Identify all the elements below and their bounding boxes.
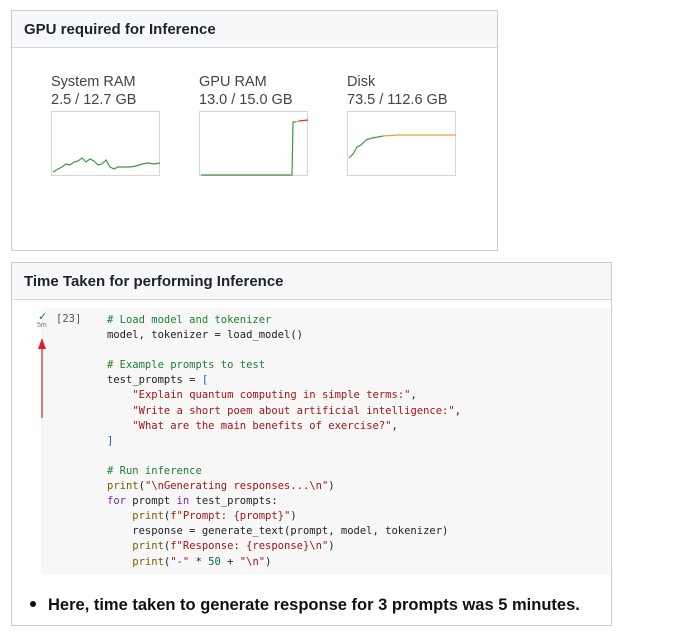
disk-graph — [347, 111, 456, 176]
resource-usage: 13.0 / 15.0 GB — [199, 92, 293, 108]
gpu-ram-graph — [199, 111, 309, 176]
arrow-icon — [38, 338, 46, 418]
code-cell[interactable]: ✓ 5m [23] # Load model and tokenizer mod… — [37, 308, 610, 574]
system-ram-panel: System RAM 2.5 / 12.7 GB — [51, 73, 181, 176]
system-ram-graph — [51, 111, 161, 176]
card-title: GPU required for Inference — [12, 11, 497, 48]
inference-time-card: Time Taken for performing Inference ✓ 5m… — [11, 262, 612, 626]
gpu-ram-panel: GPU RAM 13.0 / 15.0 GB — [199, 73, 329, 176]
disk-panel: Disk 73.5 / 112.6 GB — [347, 73, 477, 176]
gpu-resources-card: GPU required for Inference System RAM 2.… — [11, 10, 498, 251]
bullet-dot-icon — [30, 600, 36, 607]
summary-bullet: Here, time taken to generate response fo… — [30, 596, 580, 615]
summary-text: Here, time taken to generate response fo… — [48, 596, 580, 614]
code-editor[interactable]: # Load model and tokenizer model, tokeni… — [107, 313, 461, 570]
resource-name: System RAM — [51, 74, 136, 90]
resource-name: Disk — [347, 74, 376, 90]
resource-usage: 2.5 / 12.7 GB — [51, 92, 137, 108]
resource-name: GPU RAM — [199, 74, 267, 90]
resource-usage: 73.5 / 112.6 GB — [347, 92, 448, 108]
execution-count: [23] — [56, 313, 82, 325]
card-title: Time Taken for performing Inference — [12, 263, 611, 300]
elapsed-time: 5m — [37, 322, 47, 329]
